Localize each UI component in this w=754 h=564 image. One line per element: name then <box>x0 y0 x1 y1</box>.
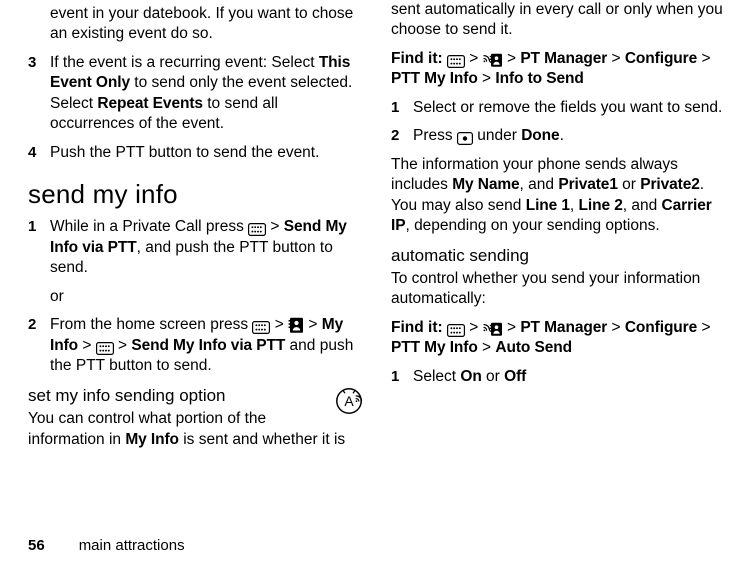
heading-automatic-sending: automatic sending <box>391 245 726 267</box>
right-column: sent automatically in every call or only… <box>391 0 726 526</box>
menu-key-icon <box>252 317 270 337</box>
menu-key-icon <box>248 219 266 239</box>
step-body: Press under Done. <box>413 126 726 146</box>
menu-key-icon <box>447 320 465 340</box>
menu-key-icon <box>96 338 114 358</box>
ptt-key-icon <box>483 51 503 71</box>
gt: > <box>607 50 625 67</box>
step-body: While in a Private Call press > Send My … <box>50 217 363 278</box>
page-footer: 56 main attractions <box>28 526 726 558</box>
step-number: 1 <box>391 367 413 387</box>
text: Select <box>413 368 460 385</box>
ui-label-private2: Private2 <box>640 176 700 193</box>
auto-paragraph: To control whether you send your informa… <box>391 269 726 310</box>
step-body: Select On or Off <box>413 367 726 387</box>
ui-label-configure: Configure <box>625 319 697 336</box>
ui-label-send-my-info-via-ptt: Send My Info via PTT <box>131 337 285 354</box>
ui-label-auto-send: Auto Send <box>495 339 572 356</box>
step-body: From the home screen press > > My Info >… <box>50 315 363 376</box>
heading-send-my-info: send my info <box>28 177 363 211</box>
softkey-dot-icon <box>457 128 473 148</box>
page-number: 56 <box>28 536 45 556</box>
gt: > <box>697 50 710 67</box>
text: From the home screen press <box>50 316 252 333</box>
text: , and <box>623 197 662 214</box>
gt: > <box>697 319 710 336</box>
heading-text: set my info sending option <box>28 386 226 405</box>
find-it-label: Find it: <box>391 319 443 336</box>
gt: > <box>465 50 483 67</box>
gt: > <box>607 319 625 336</box>
step-number: 3 <box>28 53 50 73</box>
network-feature-icon <box>335 387 363 421</box>
text: , and <box>520 176 559 193</box>
text: While in a Private Call press <box>50 218 248 235</box>
ui-label-my-name: My Name <box>452 176 519 193</box>
ui-label-my-info: My Info <box>125 431 179 448</box>
intro-continuation: event in your datebook. If you want to c… <box>50 4 363 45</box>
section-title: main attractions <box>79 536 185 556</box>
gt: > <box>266 218 284 235</box>
text: or <box>618 176 640 193</box>
gt: > <box>478 339 496 356</box>
list-item: 1 Select On or Off <box>391 367 726 387</box>
text: is sent and whether it is <box>179 431 345 448</box>
text: , depending on your sending options. <box>405 217 659 234</box>
list-item: 1 While in a Private Call press > Send M… <box>28 217 363 278</box>
continuation-paragraph: sent automatically in every call or only… <box>391 0 726 41</box>
find-it-label: Find it: <box>391 50 443 67</box>
step-body: If the event is a recurring event: Selec… <box>50 53 363 135</box>
text: Press <box>413 127 457 144</box>
ui-label-line2: Line 2 <box>579 197 623 214</box>
find-it-path: Find it: > > PT Manager > Configure > PT… <box>391 49 726 90</box>
text: or <box>482 368 504 385</box>
step-body: Select or remove the fields you want to … <box>413 98 726 118</box>
step-number: 2 <box>28 315 50 335</box>
ui-label-done: Done <box>521 127 559 144</box>
or-separator: or <box>50 287 363 307</box>
gt: > <box>503 319 521 336</box>
ptt-key-icon <box>483 320 503 340</box>
heading-set-my-info-option: set my info sending option <box>28 385 363 407</box>
ui-label-info-to-send: Info to Send <box>495 70 583 87</box>
list-item: 1 Select or remove the fields you want t… <box>391 98 726 118</box>
gt: > <box>78 337 96 354</box>
list-item: 2 From the home screen press > > My Info… <box>28 315 363 376</box>
ui-label-on: On <box>460 368 481 385</box>
ui-label-pt-manager: PT Manager <box>520 50 607 67</box>
find-it-path: Find it: > > PT Manager > Configure > PT… <box>391 318 726 359</box>
option-paragraph: You can control what portion of the info… <box>28 409 363 450</box>
ui-label-private1: Private1 <box>558 176 618 193</box>
list-item: 2 Press under Done. <box>391 126 726 146</box>
step-number: 4 <box>28 143 50 163</box>
ui-label-ptt-my-info: PTT My Info <box>391 339 478 356</box>
menu-key-icon <box>447 51 465 71</box>
ui-label-pt-manager: PT Manager <box>520 319 607 336</box>
gt: > <box>304 316 322 333</box>
ui-label-line1: Line 1 <box>526 197 570 214</box>
step-number: 1 <box>28 217 50 237</box>
step-number: 2 <box>391 126 413 146</box>
info-paragraph: The information your phone sends always … <box>391 155 726 237</box>
gt: > <box>503 50 521 67</box>
text: . <box>560 127 564 144</box>
gt: > <box>478 70 496 87</box>
ui-label-configure: Configure <box>625 50 697 67</box>
ui-label-ptt-my-info: PTT My Info <box>391 70 478 87</box>
gt: > <box>270 316 288 333</box>
left-column: event in your datebook. If you want to c… <box>28 0 363 526</box>
step-body: Push the PTT button to send the event. <box>50 143 363 163</box>
gt: > <box>465 319 483 336</box>
text: , <box>570 197 579 214</box>
gt: > <box>114 337 132 354</box>
contacts-key-icon <box>288 317 304 337</box>
list-item: 4 Push the PTT button to send the event. <box>28 143 363 163</box>
list-item: 3 If the event is a recurring event: Sel… <box>28 53 363 135</box>
ui-label-off: Off <box>504 368 526 385</box>
text: If the event is a recurring event: Selec… <box>50 54 319 71</box>
step-number: 1 <box>391 98 413 118</box>
text: under <box>473 127 521 144</box>
ui-label-repeat-events: Repeat Events <box>97 95 203 112</box>
